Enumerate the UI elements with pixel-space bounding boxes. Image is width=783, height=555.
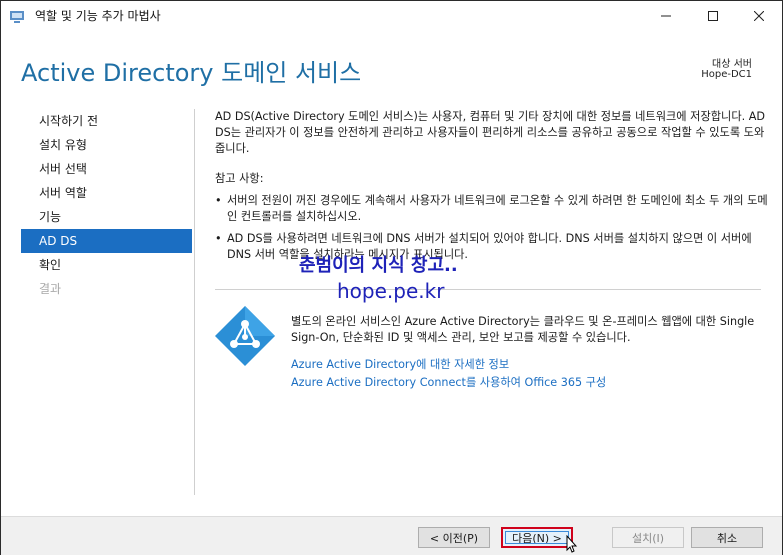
wizard-window: 역할 및 기능 추가 마법사 Active Directory 도메인 서비스 … bbox=[0, 0, 783, 555]
target-server-label: 대상 서버 bbox=[712, 59, 752, 70]
wizard-steps-nav: 시작하기 전 설치 유형 서버 선택 서버 역할 기능 AD DS 확인 결과 bbox=[21, 109, 192, 301]
minimize-button[interactable] bbox=[643, 1, 689, 31]
target-server-name: Hope-DC1 bbox=[701, 69, 752, 80]
bullet-icon: • bbox=[215, 232, 222, 245]
note-text: 서버의 전원이 꺼진 경우에도 계속해서 사용자가 네트워크에 로그온할 수 있… bbox=[227, 194, 768, 223]
minimize-icon bbox=[661, 15, 671, 17]
window-title: 역할 및 기능 추가 마법사 bbox=[35, 9, 161, 23]
sidebar-divider bbox=[194, 109, 195, 495]
server-manager-icon bbox=[9, 8, 25, 24]
sidebar-item-before-you-begin[interactable]: 시작하기 전 bbox=[21, 109, 192, 133]
azure-section: 별도의 온라인 서비스인 Azure Active Directory는 클라우… bbox=[291, 303, 761, 391]
azure-ad-icon bbox=[213, 304, 277, 368]
previous-button[interactable]: < 이전(P) bbox=[418, 527, 490, 548]
title-bar: 역할 및 기능 추가 마법사 bbox=[1, 1, 782, 31]
sidebar-item-ad-ds[interactable]: AD DS bbox=[21, 229, 192, 253]
page-title: Active Directory 도메인 서비스 bbox=[21, 59, 362, 87]
watermark-url: hope.pe.kr bbox=[337, 279, 445, 303]
next-button[interactable]: 다음(N) > bbox=[501, 527, 573, 548]
bullet-icon: • bbox=[215, 194, 222, 207]
note-item: • 서버의 전원이 꺼진 경우에도 계속해서 사용자가 네트워크에 로그온할 수… bbox=[215, 193, 769, 225]
content-pane: AD DS(Active Directory 도메인 서비스)는 사용자, 컴퓨… bbox=[215, 109, 769, 263]
azure-ad-info-link[interactable]: Azure Active Directory에 대한 자세한 정보 bbox=[291, 357, 761, 373]
close-icon bbox=[754, 11, 764, 21]
azure-ad-connect-link[interactable]: Azure Active Directory Connect를 사용하여 Off… bbox=[291, 375, 761, 391]
footer-bar: < 이전(P) 다음(N) > 설치(I) 취소 bbox=[1, 516, 782, 555]
sidebar-item-server-selection[interactable]: 서버 선택 bbox=[21, 157, 192, 181]
cancel-button[interactable]: 취소 bbox=[691, 527, 763, 548]
close-button[interactable] bbox=[736, 1, 782, 31]
sidebar-item-installation-type[interactable]: 설치 유형 bbox=[21, 133, 192, 157]
install-button: 설치(I) bbox=[612, 527, 684, 548]
maximize-icon bbox=[708, 11, 718, 21]
section-divider bbox=[215, 289, 761, 290]
sidebar-item-results: 결과 bbox=[39, 282, 62, 296]
sidebar-item-confirmation[interactable]: 확인 bbox=[21, 253, 192, 277]
mouse-cursor-icon bbox=[566, 535, 578, 553]
maximize-button[interactable] bbox=[690, 1, 736, 31]
sidebar-item-server-roles[interactable]: 서버 역할 bbox=[21, 181, 192, 205]
watermark-title: 춘범이의 지식 창고.. bbox=[299, 255, 458, 276]
azure-description: 별도의 온라인 서비스인 Azure Active Directory는 클라우… bbox=[291, 315, 755, 345]
intro-text: AD DS(Active Directory 도메인 서비스)는 사용자, 컴퓨… bbox=[215, 110, 765, 155]
notes-title: 참고 사항: bbox=[215, 172, 264, 185]
sidebar-item-features[interactable]: 기능 bbox=[21, 205, 192, 229]
